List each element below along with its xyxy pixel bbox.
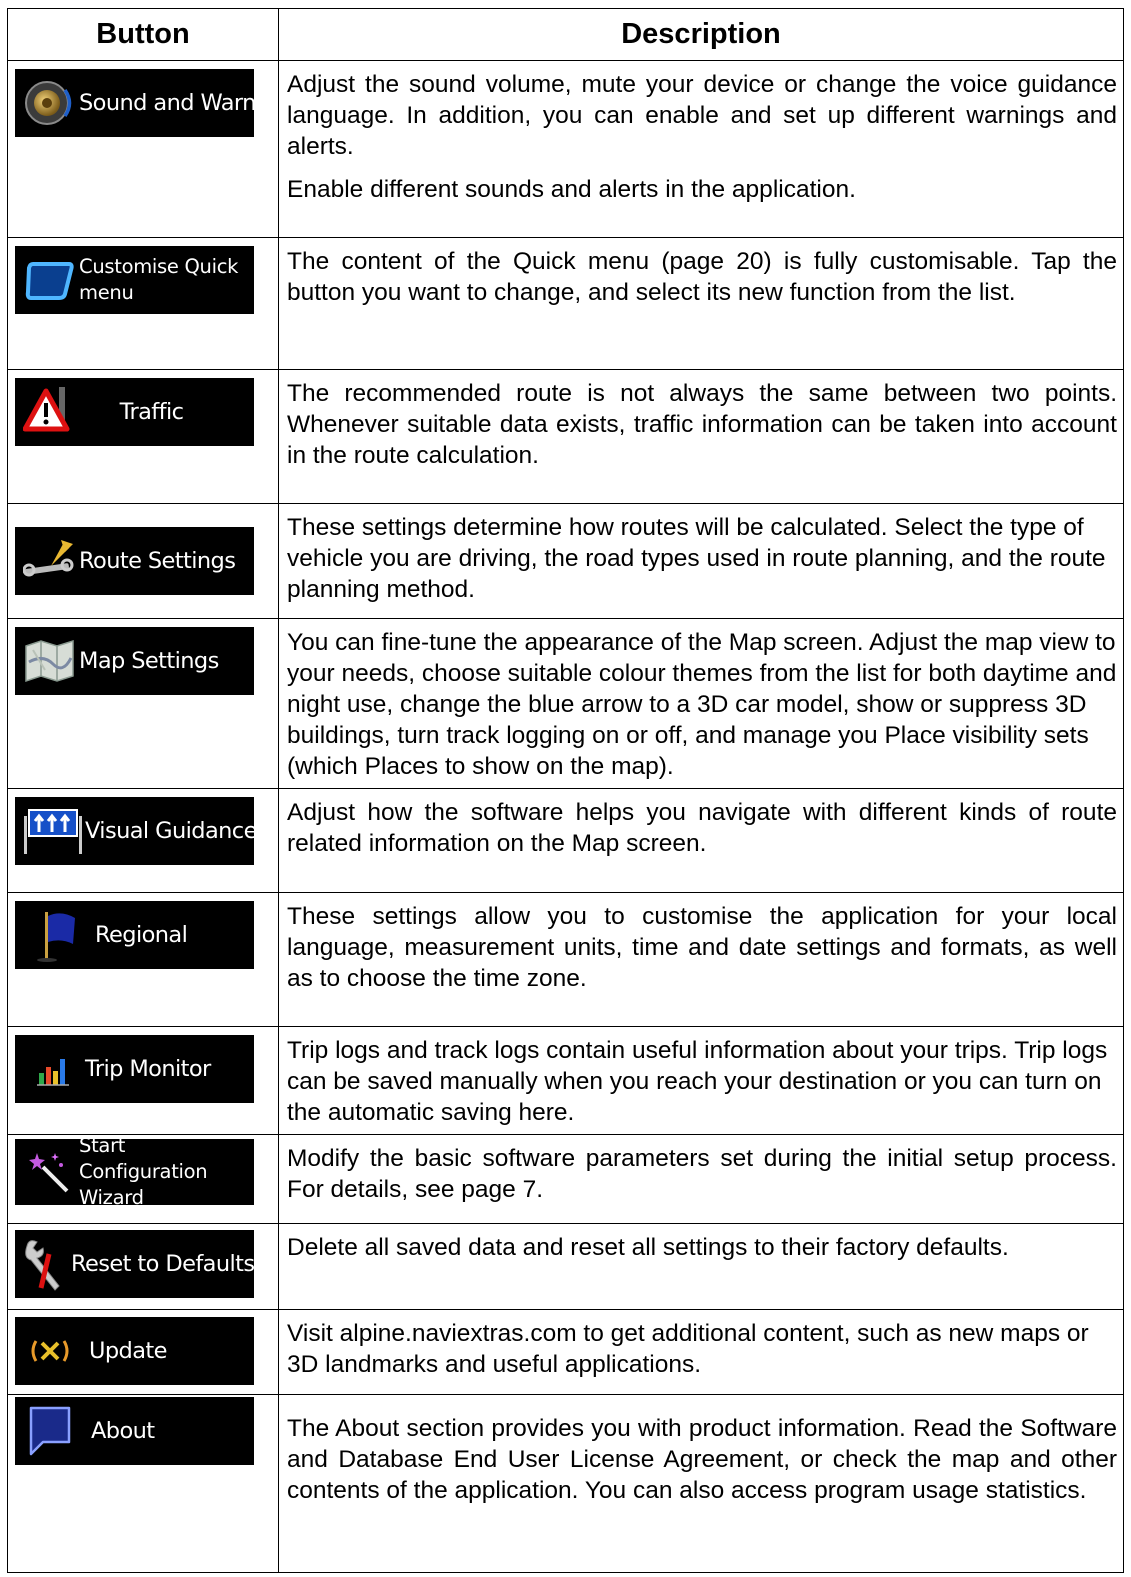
- route-settings-button[interactable]: Route Settings: [15, 527, 254, 595]
- button-label: Map Settings: [79, 648, 219, 674]
- reset-to-defaults-button[interactable]: Reset to Defaults: [15, 1230, 254, 1298]
- button-label: Reset to Defaults: [71, 1251, 254, 1277]
- table-row: About The About section provides you wit…: [7, 1394, 1124, 1573]
- description-text: You can fine-tune the appearance of the …: [287, 629, 1117, 780]
- description-text: These settings determine how routes will…: [287, 514, 1106, 603]
- button-label: Visual Guidance: [85, 818, 254, 844]
- header-button: Button: [7, 8, 279, 61]
- about-button[interactable]: About: [15, 1397, 254, 1465]
- about-icon: [21, 1402, 79, 1460]
- button-label: Regional: [95, 922, 188, 948]
- visual-guidance-button[interactable]: Visual Guidance: [15, 797, 254, 865]
- update-button[interactable]: Update: [15, 1317, 254, 1385]
- table-row: Sound and Warnings Adjust the sound volu…: [7, 60, 1124, 238]
- header-description: Description: [278, 8, 1124, 61]
- customise-quick-menu-button[interactable]: Customise Quick menu: [15, 246, 254, 314]
- map-settings-button[interactable]: Map Settings: [15, 627, 254, 695]
- table-row: Reset to Defaults Delete all saved data …: [7, 1223, 1124, 1310]
- update-icon: [21, 1322, 79, 1380]
- description-text: Delete all saved data and reset all sett…: [287, 1234, 1009, 1261]
- button-label: Trip Monitor: [85, 1056, 211, 1082]
- description-text: Modify the basic software parameters set…: [287, 1145, 1117, 1203]
- table-header-row: Button Description: [7, 8, 1124, 61]
- quick-menu-icon: [21, 251, 79, 309]
- description-text: Enable different sounds and alerts in th…: [287, 176, 856, 203]
- traffic-warning-icon: [21, 383, 79, 441]
- trip-monitor-button[interactable]: Trip Monitor: [15, 1035, 254, 1103]
- table-row: Traffic The recommended route is not alw…: [7, 369, 1124, 504]
- table-row: Start Configuration Wizard Modify the ba…: [7, 1134, 1124, 1224]
- button-label: Route Settings: [79, 548, 236, 574]
- flag-icon: [21, 906, 79, 964]
- settings-table: Button Description Sound and Warnings: [7, 8, 1124, 1573]
- route-settings-icon: [21, 532, 79, 590]
- lane-sign-icon: [21, 802, 85, 860]
- button-label: Update: [89, 1338, 167, 1364]
- button-label: About: [91, 1418, 155, 1444]
- speaker-icon: [21, 74, 79, 132]
- sound-and-warnings-button[interactable]: Sound and Warnings: [15, 69, 254, 137]
- regional-button[interactable]: Regional: [15, 901, 254, 969]
- traffic-button[interactable]: Traffic: [15, 378, 254, 446]
- button-label: Sound and Warnings: [79, 90, 254, 116]
- description-text: The content of the Quick menu (page 20) …: [287, 248, 1117, 306]
- description-text: These settings allow you to customise th…: [287, 903, 1117, 992]
- description-text: The About section provides you with prod…: [287, 1415, 1117, 1504]
- button-label: Traffic: [119, 399, 184, 425]
- table-row: Visual Guidance Adjust how the software …: [7, 788, 1124, 893]
- table-row: Route Settings These settings determine …: [7, 503, 1124, 619]
- description-text: Adjust the sound volume, mute your devic…: [287, 71, 1117, 160]
- button-label: Start Configuration Wizard: [79, 1139, 208, 1205]
- wrench-reset-icon: [17, 1235, 71, 1293]
- description-text: Trip logs and track logs contain useful …: [287, 1037, 1108, 1126]
- table-row: Update Visit alpine.naviextras.com to ge…: [7, 1309, 1124, 1395]
- table-row: Map Settings You can fine-tune the appea…: [7, 618, 1124, 789]
- description-text: Adjust how the software helps you naviga…: [287, 799, 1117, 857]
- table-row: Customise Quick menu The content of the …: [7, 237, 1124, 370]
- button-label: Customise Quick menu: [79, 255, 239, 304]
- start-configuration-wizard-button[interactable]: Start Configuration Wizard: [15, 1139, 254, 1205]
- description-text: Visit alpine.naviextras.com to get addit…: [287, 1320, 1089, 1378]
- bar-chart-icon: [21, 1040, 85, 1098]
- table-row: Regional These settings allow you to cus…: [7, 892, 1124, 1027]
- map-icon: [21, 632, 79, 690]
- table-row: Trip Monitor Trip logs and track logs co…: [7, 1026, 1124, 1135]
- magic-wand-icon: [21, 1143, 79, 1201]
- description-text: The recommended route is not always the …: [287, 380, 1117, 469]
